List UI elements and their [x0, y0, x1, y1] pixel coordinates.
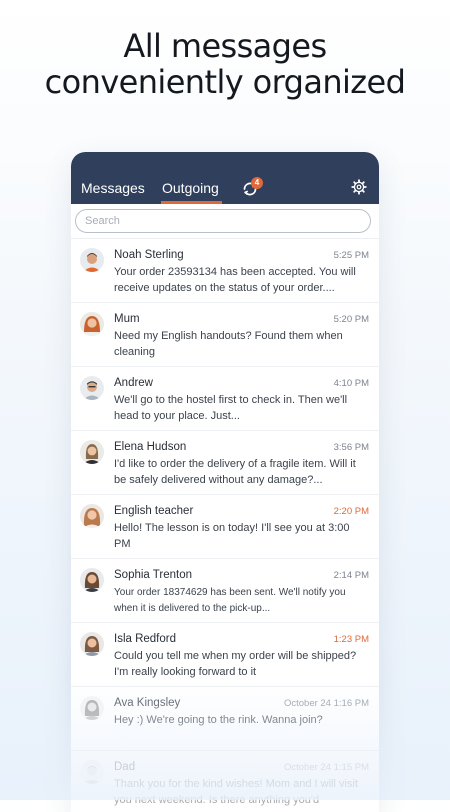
avatar — [80, 440, 104, 464]
tab-outgoing-label: Outgoing — [162, 180, 219, 196]
message-time: October 24 1:16 PM — [283, 698, 369, 709]
contact-name: Mum — [114, 313, 140, 325]
conversation-list: Noah Sterling 5:25 PM Your order 2359313… — [71, 239, 379, 812]
message-preview: Need my English handouts? Found them whe… — [114, 330, 343, 358]
conversation-row[interactable]: Dad October 24 1:15 PM Thank you for the… — [71, 751, 379, 812]
contact-name: Andrew — [114, 377, 153, 389]
message-preview: Could you tell me when my order will be … — [114, 650, 357, 678]
message-time: 1:23 PM — [333, 634, 369, 645]
search-bar — [71, 204, 379, 239]
message-preview: Hello! The lesson is on today! I'll see … — [114, 522, 350, 550]
message-preview: I'd like to order the delivery of a frag… — [114, 458, 356, 486]
conversation-row[interactable]: English teacher 2:20 PM Hello! The lesso… — [71, 495, 379, 559]
conversation-row[interactable]: Elena Hudson 3:56 PM I'd like to order t… — [71, 431, 379, 495]
contact-name: Isla Redford — [114, 633, 177, 645]
avatar — [80, 248, 104, 272]
tab-messages[interactable]: Messages — [81, 180, 145, 196]
app-window: Messages Outgoing 4 Search Noah Sterling… — [71, 152, 379, 812]
avatar — [80, 696, 104, 720]
message-preview: Thank you for the kind wishes! Mom and I… — [114, 778, 358, 806]
avatar — [80, 632, 104, 656]
message-preview: Hey :) We're going to the rink. Wanna jo… — [114, 714, 323, 726]
message-preview: Your order 23593134 has been accepted. Y… — [114, 266, 356, 294]
tab-outgoing[interactable]: Outgoing — [161, 180, 222, 204]
avatar — [80, 568, 104, 592]
conversation-row[interactable]: Sophia Trenton 2:14 PM Your order 183746… — [71, 559, 379, 623]
contact-name: Elena Hudson — [114, 441, 187, 453]
message-preview: We'll go to the hostel first to check in… — [114, 394, 348, 422]
conversation-row[interactable]: Andrew 4:10 PM We'll go to the hostel fi… — [71, 367, 379, 431]
conversation-row[interactable]: Isla Redford 1:23 PM Could you tell me w… — [71, 623, 379, 687]
contact-name: Noah Sterling — [114, 249, 184, 261]
message-time: 3:56 PM — [333, 442, 369, 453]
avatar — [80, 760, 104, 784]
contact-name: English teacher — [114, 505, 194, 517]
avatar — [80, 504, 104, 528]
conversation-row[interactable]: Mum 5:20 PM Need my English handouts? Fo… — [71, 303, 379, 367]
avatar — [80, 376, 104, 400]
conversation-row[interactable]: Noah Sterling 5:25 PM Your order 2359313… — [71, 239, 379, 303]
contact-name: Dad — [114, 761, 136, 773]
message-preview: Your order 18374629 has been sent. We'll… — [114, 587, 346, 614]
top-bar: Messages Outgoing 4 — [71, 152, 379, 204]
contact-name: Ava Kingsley — [114, 697, 181, 709]
headline-line-1: All messages — [123, 27, 327, 65]
message-time: 5:25 PM — [333, 250, 369, 261]
contact-name: Sophia Trenton — [114, 569, 193, 581]
gear-icon — [351, 179, 367, 195]
conversation-row[interactable]: Ava Kingsley October 24 1:16 PM Hey :) W… — [71, 687, 379, 751]
headline: All messages conveniently organized — [0, 28, 450, 100]
message-time: 2:14 PM — [333, 570, 369, 581]
settings-button[interactable] — [351, 179, 367, 195]
avatar — [80, 312, 104, 336]
search-input[interactable] — [75, 209, 371, 233]
sync-button[interactable]: 4 — [241, 177, 265, 198]
sync-count-badge: 4 — [251, 177, 263, 189]
message-time: 5:20 PM — [333, 314, 369, 325]
message-time: 4:10 PM — [333, 378, 369, 389]
headline-line-2: conveniently organized — [44, 63, 406, 101]
message-time: October 24 1:15 PM — [283, 762, 369, 773]
message-time: 2:20 PM — [333, 506, 369, 517]
